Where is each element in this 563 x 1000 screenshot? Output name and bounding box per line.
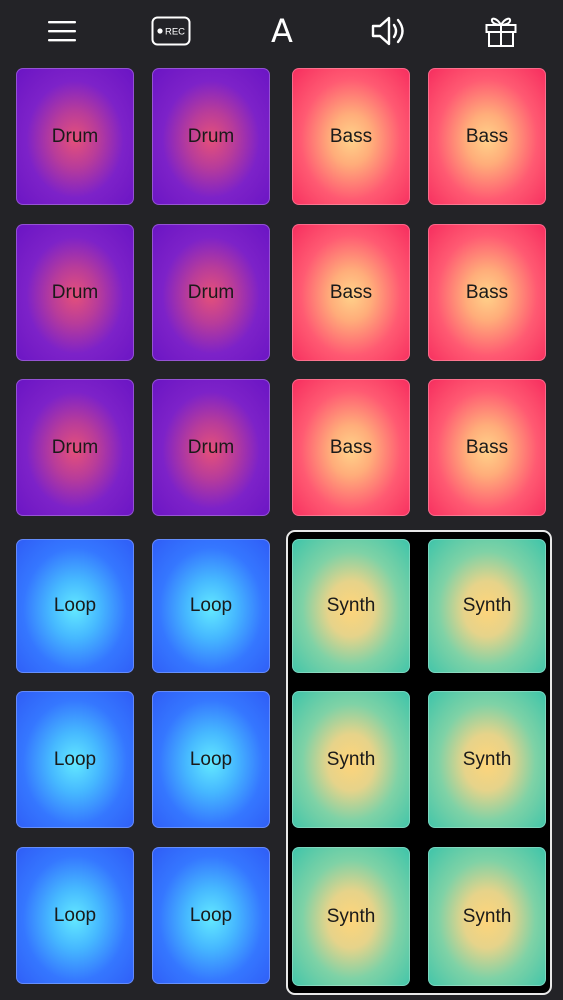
pad-label: Loop [53, 748, 97, 770]
loop-pad-6[interactable]: Loop [152, 847, 270, 984]
bass-pad-4[interactable]: Bass [428, 224, 546, 361]
pad-label: Loop [189, 748, 233, 770]
bass-pad-3[interactable]: Bass [292, 224, 410, 361]
pad-label: Synth [326, 748, 376, 770]
bass-pad-6[interactable]: Bass [428, 379, 546, 516]
drum-pad-4[interactable]: Drum [152, 224, 270, 361]
pad-label: Bass [329, 436, 373, 458]
drum-pad-2[interactable]: Drum [152, 68, 270, 205]
bass-pad-1[interactable]: Bass [292, 68, 410, 205]
synth-pad-5[interactable]: Synth [292, 847, 410, 986]
pad-label: Bass [329, 125, 373, 147]
pad-label: Loop [189, 904, 233, 926]
drum-pad-3[interactable]: Drum [16, 224, 134, 361]
pad-label: Synth [462, 905, 512, 927]
synth-pad-6[interactable]: Synth [428, 847, 546, 986]
pad-label: Synth [462, 748, 512, 770]
pad-label: Drum [51, 436, 99, 458]
speaker-icon [371, 16, 404, 46]
pad-label: Loop [53, 904, 97, 926]
pad-label: Loop [189, 595, 233, 616]
drum-pad-5[interactable]: Drum [16, 379, 134, 516]
pad-label: Drum [51, 125, 99, 147]
synth-pad-4[interactable]: Synth [428, 691, 546, 828]
sound-button[interactable] [362, 8, 418, 54]
pad-label: Drum [51, 281, 99, 303]
synth-pad-1[interactable]: Synth [292, 539, 410, 673]
pad-label: Synth [326, 905, 376, 927]
loop-pad-4[interactable]: Loop [152, 691, 270, 828]
synth-pad-2[interactable]: Synth [428, 539, 546, 673]
hamburger-menu-icon [48, 21, 76, 42]
pad-label: Loop [53, 595, 97, 616]
loop-pad-3[interactable]: Loop [16, 691, 134, 828]
loop-pad-1[interactable]: Loop [16, 539, 134, 673]
gift-button[interactable] [473, 8, 529, 54]
pad-label: Synth [462, 595, 512, 616]
record-icon: REC [151, 16, 191, 46]
loop-pad-2[interactable]: Loop [152, 539, 270, 673]
bass-pad-2[interactable]: Bass [428, 68, 546, 205]
gift-icon [485, 17, 517, 47]
pad-label: Synth [326, 595, 376, 616]
top-toolbar: REC A [0, 0, 563, 62]
pad-label: Bass [465, 436, 509, 458]
drum-pad-1[interactable]: Drum [16, 68, 134, 205]
synth-pad-3[interactable]: Synth [292, 691, 410, 828]
pad-label: Drum [187, 281, 235, 303]
pad-label: Drum [187, 436, 235, 458]
menu-button[interactable] [34, 8, 90, 54]
font-icon: A [271, 12, 293, 50]
loop-pad-5[interactable]: Loop [16, 847, 134, 984]
pad-label: Bass [329, 281, 373, 303]
font-button[interactable]: A [254, 8, 310, 54]
bass-pad-5[interactable]: Bass [292, 379, 410, 516]
pad-label: Bass [465, 125, 509, 147]
drum-pad-6[interactable]: Drum [152, 379, 270, 516]
record-label: REC [165, 27, 185, 38]
pad-label: Drum [187, 125, 235, 147]
pad-label: Bass [465, 281, 509, 303]
record-button[interactable]: REC [143, 8, 199, 54]
